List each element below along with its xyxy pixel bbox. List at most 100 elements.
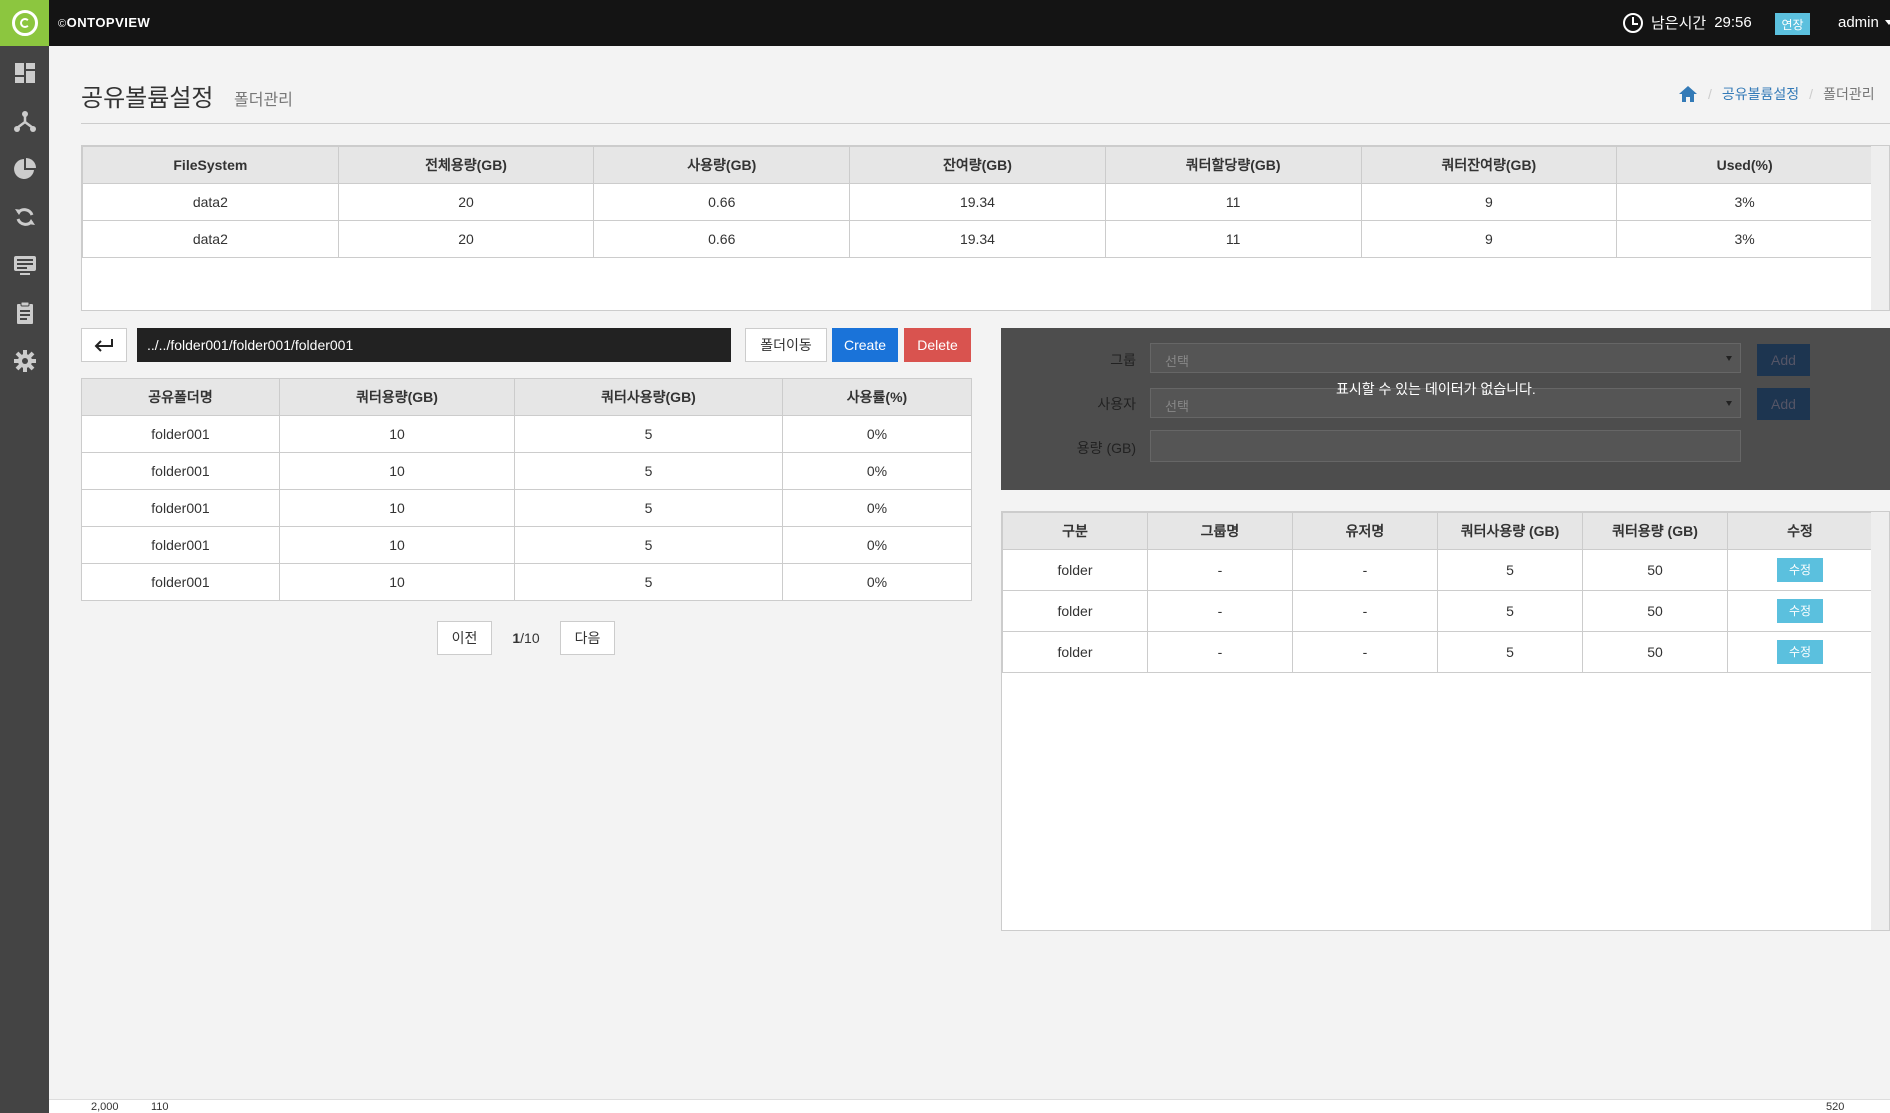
scrollbar[interactable]	[1871, 146, 1889, 310]
axis-label: 520	[1826, 1101, 1845, 1113]
gear-icon[interactable]	[13, 349, 37, 373]
table-row[interactable]: folder001 10 5 0%	[81, 415, 972, 453]
table-cell: folder001	[81, 415, 280, 453]
table-row[interactable]: folder001 10 5 0%	[81, 526, 972, 564]
column-header: 수정	[1727, 512, 1873, 550]
column-header: 그룹명	[1147, 512, 1293, 550]
delete-button[interactable]: Delete	[904, 328, 971, 362]
network-icon[interactable]	[13, 109, 37, 133]
table-row[interactable]: folder - - 5 50 수정	[1002, 549, 1873, 591]
column-header: 쿼터할당량(GB)	[1104, 146, 1362, 184]
scrollbar[interactable]	[1871, 512, 1889, 930]
table-cell: folder	[1002, 590, 1148, 632]
add-group-button[interactable]: Add	[1757, 344, 1810, 376]
table-cell: 수정	[1727, 590, 1873, 632]
table-cell: 수정	[1727, 631, 1873, 673]
chevron-down-icon	[1884, 20, 1890, 25]
table-cell: 50	[1582, 631, 1728, 673]
table-cell: 5	[514, 452, 783, 490]
breadcrumb-item[interactable]: 공유볼륨설정	[1722, 84, 1799, 104]
capacity-input[interactable]	[1150, 430, 1741, 462]
table-cell: 10	[279, 415, 515, 453]
table-cell: 0%	[782, 563, 972, 601]
user-menu[interactable]: admin	[1838, 14, 1890, 31]
table-row[interactable]: folder001 10 5 0%	[81, 489, 972, 527]
column-header: 유저명	[1292, 512, 1438, 550]
next-page-button[interactable]: 다음	[560, 621, 615, 655]
clipboard-icon[interactable]	[13, 301, 37, 325]
table-cell: 9	[1360, 220, 1618, 258]
table-cell: 0%	[782, 415, 972, 453]
breadcrumb: / 공유볼륨설정 / 폴더관리	[1678, 84, 1875, 104]
table-cell: -	[1292, 549, 1438, 591]
bottom-chart-strip: 2,000 110 520	[49, 1099, 1890, 1113]
column-header: 전체용량(GB)	[337, 146, 595, 184]
dashboard-icon[interactable]	[13, 61, 37, 85]
table-cell: 5	[1437, 590, 1583, 632]
table-cell: 50	[1582, 590, 1728, 632]
table-cell: -	[1147, 631, 1293, 673]
table-cell: 11	[1104, 183, 1362, 221]
refresh-icon[interactable]	[13, 205, 37, 229]
table-cell: 20	[337, 220, 595, 258]
quota-form-panel: 그룹 선택 Add 사용자 선택 Add 용량 (GB) 표시할 수 있는 데이…	[1001, 328, 1890, 490]
table-row[interactable]: folder - - 5 50 수정	[1002, 631, 1873, 673]
home-icon[interactable]	[1678, 85, 1698, 103]
add-user-button[interactable]: Add	[1757, 388, 1810, 420]
divider	[81, 123, 1890, 124]
no-data-message: 표시할 수 있는 데이터가 없습니다.	[1336, 381, 1536, 397]
monitor-list-icon[interactable]	[13, 253, 37, 277]
table-cell: folder	[1002, 631, 1148, 673]
table-cell: folder001	[81, 526, 280, 564]
edit-button[interactable]: 수정	[1777, 599, 1823, 623]
table-header-row: FileSystem 전체용량(GB) 사용량(GB) 잔여량(GB) 쿼터할당…	[82, 146, 1873, 184]
page-title: 공유볼륨설정	[81, 85, 214, 112]
table-header-row: 공유폴더명 쿼터용량(GB) 쿼터사용량(GB) 사용률(%)	[81, 378, 972, 416]
table-cell: 5	[514, 489, 783, 527]
table-row[interactable]: data2 20 0.66 19.34 11 9 3%	[82, 220, 1873, 258]
group-select[interactable]: 선택	[1150, 343, 1741, 373]
edit-button[interactable]: 수정	[1777, 558, 1823, 582]
column-header: 쿼터사용량 (GB)	[1437, 512, 1583, 550]
table-row[interactable]: folder - - 5 50 수정	[1002, 590, 1873, 632]
logo[interactable]	[0, 0, 49, 46]
column-header: 쿼터잔여량(GB)	[1360, 146, 1618, 184]
brand-name: ©ONTOPVIEW	[58, 15, 151, 30]
table-cell: 3%	[1616, 183, 1873, 221]
table-cell: 수정	[1727, 549, 1873, 591]
axis-label: 2,000	[91, 1101, 119, 1113]
table-cell: folder001	[81, 452, 280, 490]
table-row[interactable]: data2 20 0.66 19.34 11 9 3%	[82, 183, 1873, 221]
column-header: 공유폴더명	[81, 378, 280, 416]
table-row[interactable]: folder001 10 5 0%	[81, 452, 972, 490]
create-button[interactable]: Create	[832, 328, 898, 362]
group-label: 그룹	[1110, 352, 1136, 368]
back-button[interactable]	[81, 328, 127, 362]
return-arrow-icon	[94, 339, 113, 352]
breadcrumb-separator: /	[1708, 86, 1712, 102]
filesystem-table: FileSystem 전체용량(GB) 사용량(GB) 잔여량(GB) 쿼터할당…	[82, 146, 1873, 258]
table-row[interactable]: folder001 10 5 0%	[81, 563, 972, 601]
table-cell: 5	[514, 563, 783, 601]
table-cell: 3%	[1616, 220, 1873, 258]
folder-path-field[interactable]: ../../folder001/folder001/folder001	[137, 328, 731, 362]
axis-label: 110	[151, 1101, 169, 1113]
column-header: Used(%)	[1616, 146, 1873, 184]
move-folder-button[interactable]: 폴더이동	[745, 328, 827, 362]
table-cell: -	[1292, 590, 1438, 632]
table-cell: 5	[1437, 631, 1583, 673]
dropdown-caret-icon	[1726, 356, 1732, 361]
table-cell: -	[1147, 549, 1293, 591]
table-cell: 19.34	[849, 183, 1106, 221]
table-cell: 5	[1437, 549, 1583, 591]
table-cell: folder001	[81, 489, 280, 527]
column-header: 구분	[1002, 512, 1148, 550]
edit-button[interactable]: 수정	[1777, 640, 1823, 664]
quota-table: 구분 그룹명 유저명 쿼터사용량 (GB) 쿼터용량 (GB) 수정 folde…	[1002, 512, 1873, 673]
prev-page-button[interactable]: 이전	[437, 621, 492, 655]
pie-chart-icon[interactable]	[13, 157, 37, 181]
column-header: 사용량(GB)	[593, 146, 851, 184]
table-cell: folder001	[81, 563, 280, 601]
extend-session-button[interactable]: 연장	[1775, 13, 1810, 35]
table-cell: 10	[279, 563, 515, 601]
